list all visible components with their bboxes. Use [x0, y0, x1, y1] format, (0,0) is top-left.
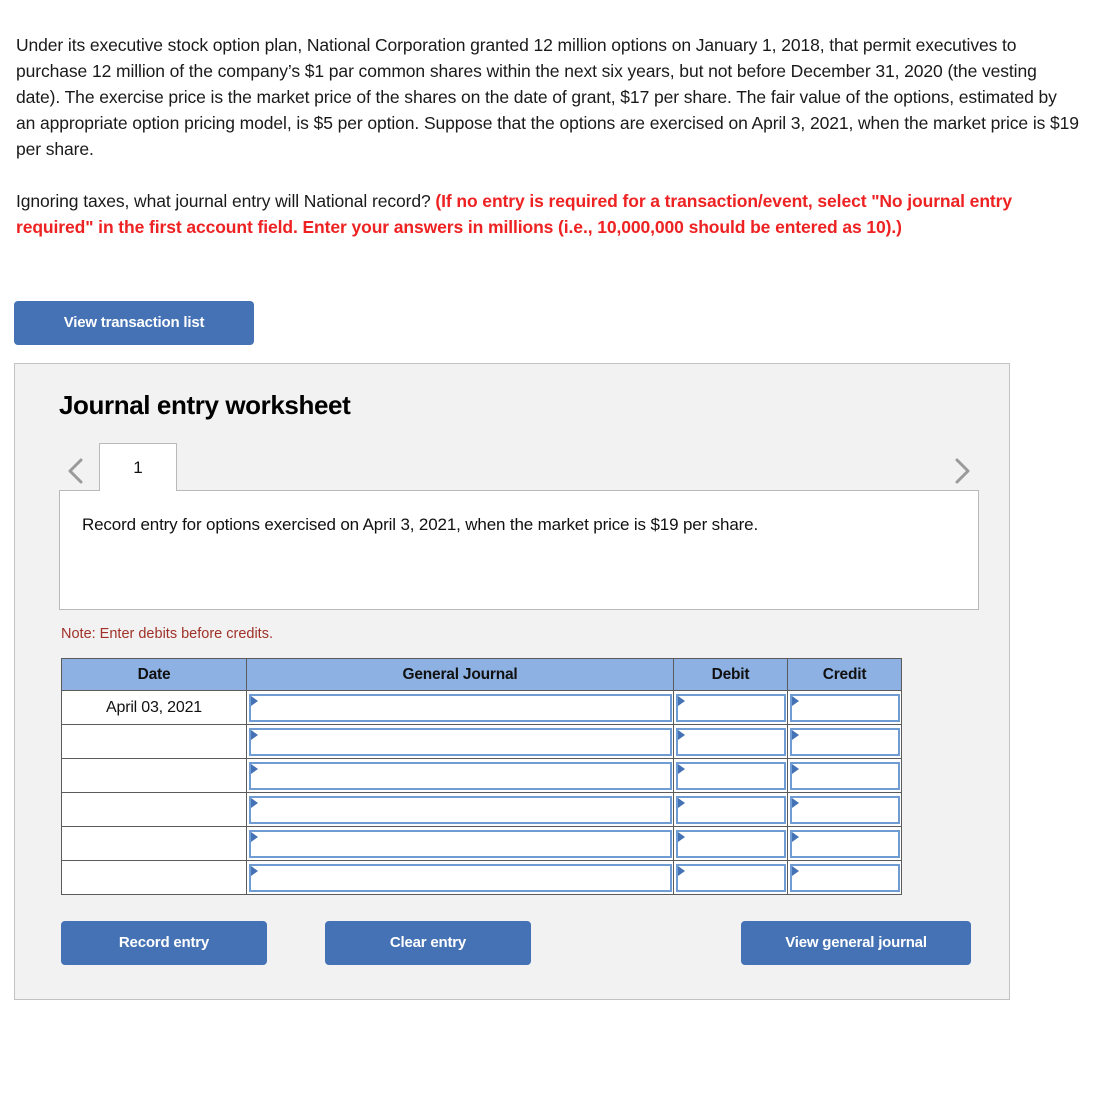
chevron-left-icon[interactable] — [59, 451, 93, 491]
journal-entry-table: Date General Journal Debit Credit April … — [61, 658, 902, 895]
general-journal-cell — [246, 758, 674, 793]
date-cell: April 03, 2021 — [61, 690, 247, 725]
debit-cell — [673, 758, 788, 793]
view-general-journal-button[interactable]: View general journal — [741, 921, 971, 965]
worksheet-action-buttons: Record entry Clear entry View general jo… — [61, 921, 971, 965]
debit-cell — [673, 860, 788, 895]
credit-input[interactable] — [790, 727, 900, 756]
column-header-credit: Credit — [787, 658, 902, 691]
journal-entry-worksheet-panel: Journal entry worksheet 1 Record entry f… — [14, 363, 1010, 1000]
table-row — [61, 860, 902, 895]
credit-cell — [787, 758, 902, 793]
credit-cell — [787, 826, 902, 861]
table-row — [61, 724, 902, 759]
view-transaction-list-button[interactable]: View transaction list — [14, 301, 254, 345]
question-text: Ignoring taxes, what journal entry will … — [16, 190, 436, 211]
general-journal-cell — [246, 826, 674, 861]
debit-input[interactable] — [676, 863, 786, 892]
credit-input[interactable] — [790, 863, 900, 892]
problem-page: Under its executive stock option plan, N… — [0, 0, 1096, 1000]
worksheet-tabs: 1 — [59, 443, 979, 491]
date-cell — [61, 724, 247, 759]
debit-cell — [673, 690, 788, 725]
column-header-general-journal: General Journal — [246, 658, 674, 691]
general-journal-cell — [246, 860, 674, 895]
problem-statement: Under its executive stock option plan, N… — [16, 34, 1079, 159]
credit-input[interactable] — [790, 829, 900, 858]
general-journal-input[interactable] — [249, 795, 672, 824]
date-cell — [61, 860, 247, 895]
debit-input[interactable] — [676, 693, 786, 722]
table-row — [61, 792, 902, 827]
general-journal-input[interactable] — [249, 761, 672, 790]
credit-cell — [787, 860, 902, 895]
debits-before-credits-note: Note: Enter debits before credits. — [61, 626, 273, 642]
worksheet-tab-1[interactable]: 1 — [99, 443, 177, 491]
table-row — [61, 758, 902, 793]
question-block: Ignoring taxes, what journal entry will … — [16, 188, 1080, 240]
table-row: April 03, 2021 — [61, 690, 902, 725]
credit-cell — [787, 690, 902, 725]
general-journal-cell — [246, 792, 674, 827]
debit-input[interactable] — [676, 761, 786, 790]
date-cell — [61, 792, 247, 827]
worksheet-title: Journal entry worksheet — [59, 390, 351, 420]
column-header-debit: Debit — [673, 658, 788, 691]
transaction-prompt: Record entry for options exercised on Ap… — [59, 490, 979, 610]
general-journal-input[interactable] — [249, 693, 672, 722]
general-journal-cell — [246, 690, 674, 725]
general-journal-input[interactable] — [249, 829, 672, 858]
credit-input[interactable] — [790, 693, 900, 722]
general-journal-input[interactable] — [249, 727, 672, 756]
credit-cell — [787, 792, 902, 827]
record-entry-button[interactable]: Record entry — [61, 921, 267, 965]
credit-cell — [787, 724, 902, 759]
clear-entry-button[interactable]: Clear entry — [325, 921, 531, 965]
general-journal-cell — [246, 724, 674, 759]
table-row — [61, 826, 902, 861]
general-journal-input[interactable] — [249, 863, 672, 892]
debit-cell — [673, 792, 788, 827]
column-header-date: Date — [61, 658, 247, 691]
date-cell — [61, 826, 247, 861]
credit-input[interactable] — [790, 795, 900, 824]
debit-input[interactable] — [676, 829, 786, 858]
debit-input[interactable] — [676, 727, 786, 756]
debit-cell — [673, 724, 788, 759]
debit-input[interactable] — [676, 795, 786, 824]
debit-cell — [673, 826, 788, 861]
date-cell — [61, 758, 247, 793]
credit-input[interactable] — [790, 761, 900, 790]
chevron-right-icon[interactable] — [945, 451, 979, 491]
table-header-row: Date General Journal Debit Credit — [61, 658, 902, 691]
